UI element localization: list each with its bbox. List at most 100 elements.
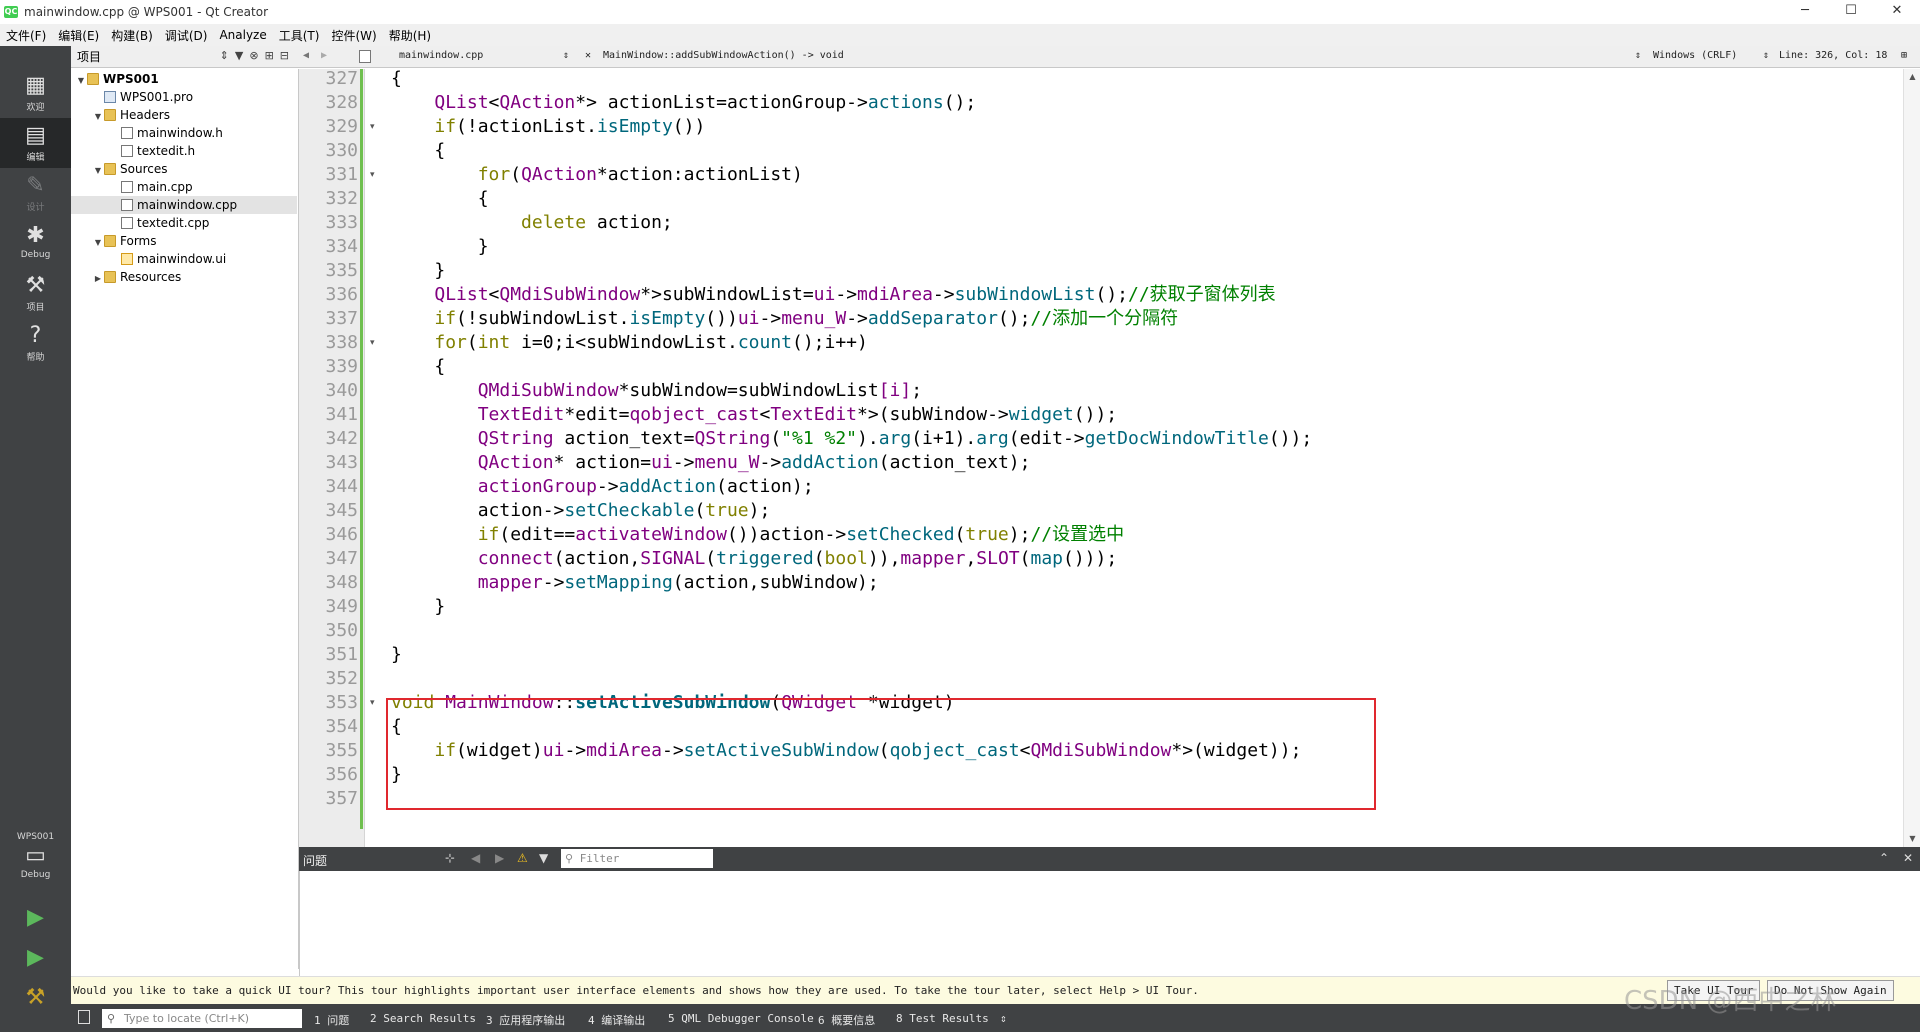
tab-application-output[interactable]: 3 应用程序输出 bbox=[486, 1012, 565, 1028]
code-token: -> bbox=[542, 572, 565, 593]
debug-run-button[interactable]: ▶ bbox=[0, 940, 71, 980]
menu-file[interactable]: 文件(F) bbox=[6, 27, 46, 44]
split-icon[interactable]: ⊞ bbox=[1901, 50, 1907, 61]
editor-scrollbar[interactable]: ▲ ▼ bbox=[1903, 69, 1920, 847]
mode-help[interactable]: ? 帮助 bbox=[0, 318, 71, 368]
code-token: ( bbox=[813, 548, 825, 569]
code-line[interactable]: action->setCheckable(true); bbox=[391, 499, 771, 523]
tree-item[interactable]: textedit.cpp bbox=[71, 214, 297, 232]
code-line[interactable]: QMdiSubWindow*subWindow=subWindowList[i]… bbox=[391, 379, 922, 403]
code-line[interactable]: } bbox=[391, 259, 445, 283]
issues-filter-input[interactable]: ⚲ Filter bbox=[561, 849, 713, 868]
code-token: } bbox=[391, 236, 489, 257]
issues-toggle-icon[interactable]: ⊹ bbox=[445, 851, 455, 865]
code-line[interactable]: connect(action,SIGNAL(triggered(bool)),m… bbox=[391, 547, 1117, 571]
code-line[interactable]: { bbox=[391, 139, 445, 163]
locator-input[interactable]: ⚲ Type to locate (Ctrl+K) bbox=[102, 1009, 302, 1028]
code-line[interactable]: delete action; bbox=[391, 211, 673, 235]
close-panel-icon[interactable]: ✕ bbox=[1903, 851, 1913, 865]
code-line[interactable]: for(int i=0;i<subWindowList.count();i++) bbox=[391, 331, 868, 355]
tree-item[interactable]: main.cpp bbox=[71, 178, 297, 196]
cursor-position[interactable]: Line: 326, Col: 18 bbox=[1779, 50, 1887, 61]
issues-list[interactable] bbox=[299, 871, 1920, 976]
warning-icon[interactable]: ⚠ bbox=[517, 851, 528, 865]
fold-toggle-icon[interactable]: ▾ bbox=[370, 691, 375, 715]
file-selector-arrows[interactable]: ⇕ bbox=[563, 50, 569, 61]
menu-debug[interactable]: 调试(D) bbox=[165, 27, 208, 44]
position-arrows[interactable]: ⇕ bbox=[1763, 50, 1769, 61]
maximize-button[interactable]: ☐ bbox=[1828, 0, 1874, 24]
code-line[interactable]: if(edit==activateWindow())action->setChe… bbox=[391, 523, 1124, 547]
fold-toggle-icon[interactable]: ▾ bbox=[370, 163, 375, 187]
code-line[interactable]: QList<QAction*> actionList=actionGroup->… bbox=[391, 91, 976, 115]
line-ending-selector[interactable]: Windows (CRLF) bbox=[1653, 50, 1737, 61]
code-line[interactable]: } bbox=[391, 235, 489, 259]
sidebar-toggle-icon[interactable] bbox=[78, 1010, 90, 1024]
minimize-button[interactable]: ─ bbox=[1782, 0, 1828, 24]
tab-qml-debugger-console[interactable]: 5 QML Debugger Console bbox=[668, 1012, 814, 1025]
collapse-arrow-icon[interactable]: ▶ bbox=[92, 270, 104, 288]
kit-selector[interactable]: WPS001 ▭ Debug bbox=[0, 828, 71, 890]
code-line[interactable]: } bbox=[391, 643, 402, 667]
scroll-down-icon[interactable]: ▼ bbox=[1904, 831, 1920, 847]
filter-icon[interactable]: ▼ bbox=[539, 851, 548, 865]
tree-item[interactable]: ▼ Headers bbox=[71, 106, 297, 124]
code-line[interactable]: QAction* action=ui->menu_W->addAction(ac… bbox=[391, 451, 1031, 475]
code-line[interactable]: { bbox=[391, 187, 489, 211]
tree-item[interactable]: ▼ Forms bbox=[71, 232, 297, 250]
tree-item[interactable]: mainwindow.ui bbox=[71, 250, 297, 268]
menu-edit[interactable]: 编辑(E) bbox=[58, 27, 99, 44]
code-line[interactable]: for(QAction*action:actionList) bbox=[391, 163, 803, 187]
code-line[interactable]: } bbox=[391, 595, 445, 619]
function-selector[interactable]: MainWindow::addSubWindowAction() -> void bbox=[603, 50, 844, 61]
locator-placeholder: Type to locate (Ctrl+K) bbox=[124, 1012, 250, 1025]
tree-item[interactable]: ▶ Resources bbox=[71, 268, 297, 286]
code-line[interactable]: { bbox=[391, 67, 402, 91]
code-line[interactable]: if(!actionList.isEmpty()) bbox=[391, 115, 705, 139]
tab-compile-output[interactable]: 4 编译输出 bbox=[588, 1012, 645, 1028]
open-file-selector[interactable]: mainwindow.cpp bbox=[399, 50, 483, 61]
nav-forward-icon[interactable]: ▶ bbox=[321, 50, 327, 61]
fold-toggle-icon[interactable]: ▾ bbox=[370, 331, 375, 355]
code-line[interactable]: if(!subWindowList.isEmpty())ui->menu_W->… bbox=[391, 307, 1178, 331]
scroll-up-icon[interactable]: ▲ bbox=[1904, 69, 1920, 85]
code-line[interactable]: actionGroup->addAction(action); bbox=[391, 475, 814, 499]
menu-widgets[interactable]: 控件(W) bbox=[331, 27, 376, 44]
menu-build[interactable]: 构建(B) bbox=[111, 27, 153, 44]
tree-item[interactable]: mainwindow.h bbox=[71, 124, 297, 142]
tab-general-messages[interactable]: 6 概要信息 bbox=[818, 1012, 875, 1028]
nav-back-icon[interactable]: ◀ bbox=[303, 50, 309, 61]
code-line[interactable]: QList<QMdiSubWindow*>subWindowList=ui->m… bbox=[391, 283, 1275, 307]
code-line[interactable]: QString action_text=QString("%1 %2").arg… bbox=[391, 427, 1313, 451]
tab-issues[interactable]: 1 问题 bbox=[314, 1012, 349, 1028]
more-tabs-icon[interactable]: ⇕ bbox=[1000, 1012, 1007, 1025]
code-line[interactable]: mapper->setMapping(action,subWindow); bbox=[391, 571, 879, 595]
tree-item[interactable]: ▼ Sources bbox=[71, 160, 297, 178]
close-button[interactable]: ✕ bbox=[1874, 0, 1920, 24]
next-issue-icon[interactable]: ▶ bbox=[495, 851, 504, 865]
tree-item[interactable]: textedit.h bbox=[71, 142, 297, 160]
mode-edit[interactable]: ▤ 编辑 bbox=[0, 118, 71, 168]
menu-tools[interactable]: 工具(T) bbox=[279, 27, 320, 44]
mode-design[interactable]: ✎ 设计 bbox=[0, 168, 71, 218]
close-document-icon[interactable]: ✕ bbox=[585, 50, 591, 61]
menu-help[interactable]: 帮助(H) bbox=[389, 27, 431, 44]
mode-projects[interactable]: ⚒ 项目 bbox=[0, 268, 71, 318]
mode-debug[interactable]: ✱ Debug bbox=[0, 218, 71, 268]
tab-search-results[interactable]: 2 Search Results bbox=[370, 1012, 476, 1025]
code-line[interactable]: TextEdit*edit=qobject_cast<TextEdit*>(su… bbox=[391, 403, 1117, 427]
run-button[interactable]: ▶ bbox=[0, 900, 71, 940]
tree-item[interactable]: ▼ WPS001 bbox=[71, 70, 297, 88]
tab-test-results[interactable]: 8 Test Results bbox=[896, 1012, 989, 1025]
line-ending-arrows[interactable]: ⇕ bbox=[1635, 50, 1641, 61]
prev-issue-icon[interactable]: ◀ bbox=[471, 851, 480, 865]
mode-welcome[interactable]: ▦ 欢迎 bbox=[0, 68, 71, 118]
tree-item[interactable]: WPS001.pro bbox=[71, 88, 297, 106]
maximize-panel-icon[interactable]: ⌃ bbox=[1879, 851, 1889, 865]
project-panel-tools[interactable]: ⇕▼⊗⊞⊟ bbox=[220, 49, 295, 62]
menu-analyze[interactable]: Analyze bbox=[219, 28, 266, 42]
fold-toggle-icon[interactable]: ▾ bbox=[370, 115, 375, 139]
tree-item[interactable]: mainwindow.cpp bbox=[71, 196, 297, 214]
code-token: ( bbox=[770, 428, 782, 449]
code-line[interactable]: { bbox=[391, 355, 445, 379]
